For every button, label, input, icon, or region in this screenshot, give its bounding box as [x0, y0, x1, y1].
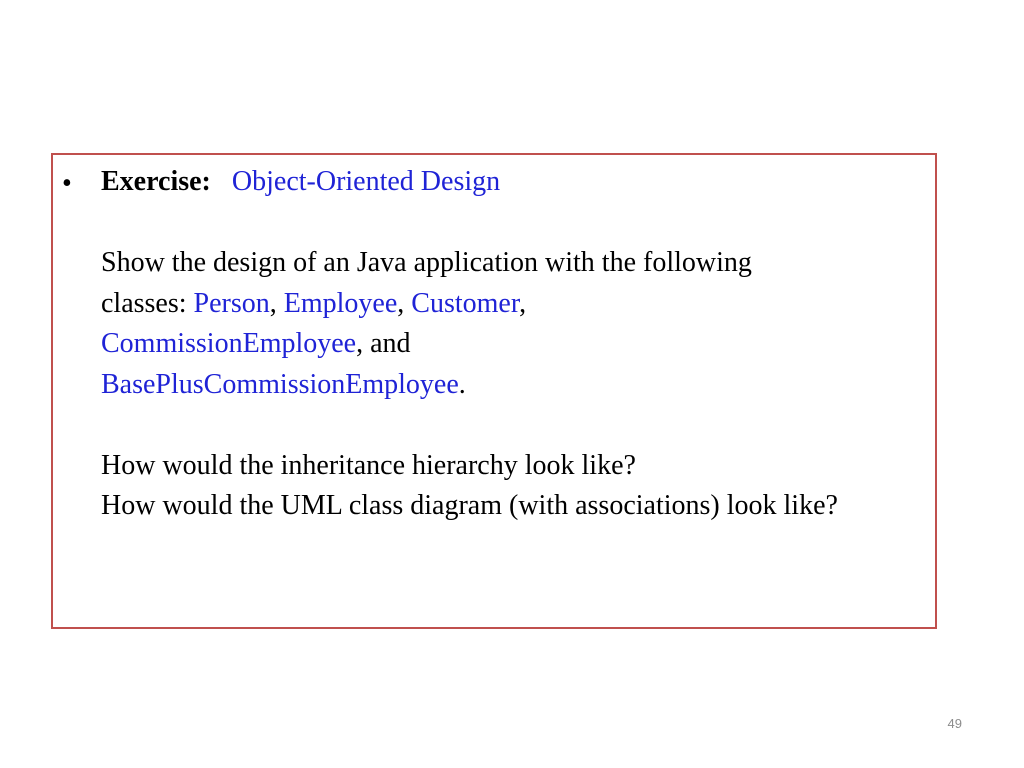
prompt-line-1: Show the design of an Java application w… [101, 243, 931, 284]
exercise-label: Exercise: [101, 166, 211, 197]
slide-number: 49 [947, 716, 962, 731]
class-separator: , [519, 287, 527, 319]
exercise-text: Exercise: Object-Oriented Design Show th… [101, 162, 931, 527]
class-period: . [458, 368, 466, 400]
class-separator: , [397, 287, 412, 319]
exercise-title: Object-Oriented Design [231, 166, 501, 197]
class-separator: , [269, 287, 284, 319]
slide: • Exercise: Object-Oriented Design Show … [0, 0, 1024, 768]
question-2-text: How would the UML class diagram (with as… [101, 490, 838, 521]
exercise-heading: Exercise: Object-Oriented Design [101, 162, 931, 203]
class-and-separator: , and [356, 328, 411, 359]
prompt-line-4: BasePlusCommissionEmployee. [101, 365, 931, 406]
prompt-line-3: CommissionEmployee, and [101, 324, 931, 365]
class-base-plus-commission-employee: BasePlusCommissionEmployee [101, 368, 459, 400]
bullet-icon: • [62, 168, 72, 199]
class-employee: Employee [283, 287, 398, 319]
question-1-text: How would the inheritance hierarchy look… [101, 449, 636, 481]
question-2: How would the UML class diagram (with as… [101, 486, 931, 527]
class-customer: Customer [411, 287, 520, 319]
classes-prefix: classes: [101, 287, 194, 319]
class-person: Person [193, 287, 270, 319]
heading-gap [218, 166, 225, 197]
prompt-line-2: classes: Person, Employee, Customer, [101, 284, 931, 325]
prompt-intro: Show the design of an Java application w… [101, 247, 752, 278]
question-1: How would the inheritance hierarchy look… [101, 446, 931, 487]
class-commission-employee: CommissionEmployee [101, 328, 357, 359]
